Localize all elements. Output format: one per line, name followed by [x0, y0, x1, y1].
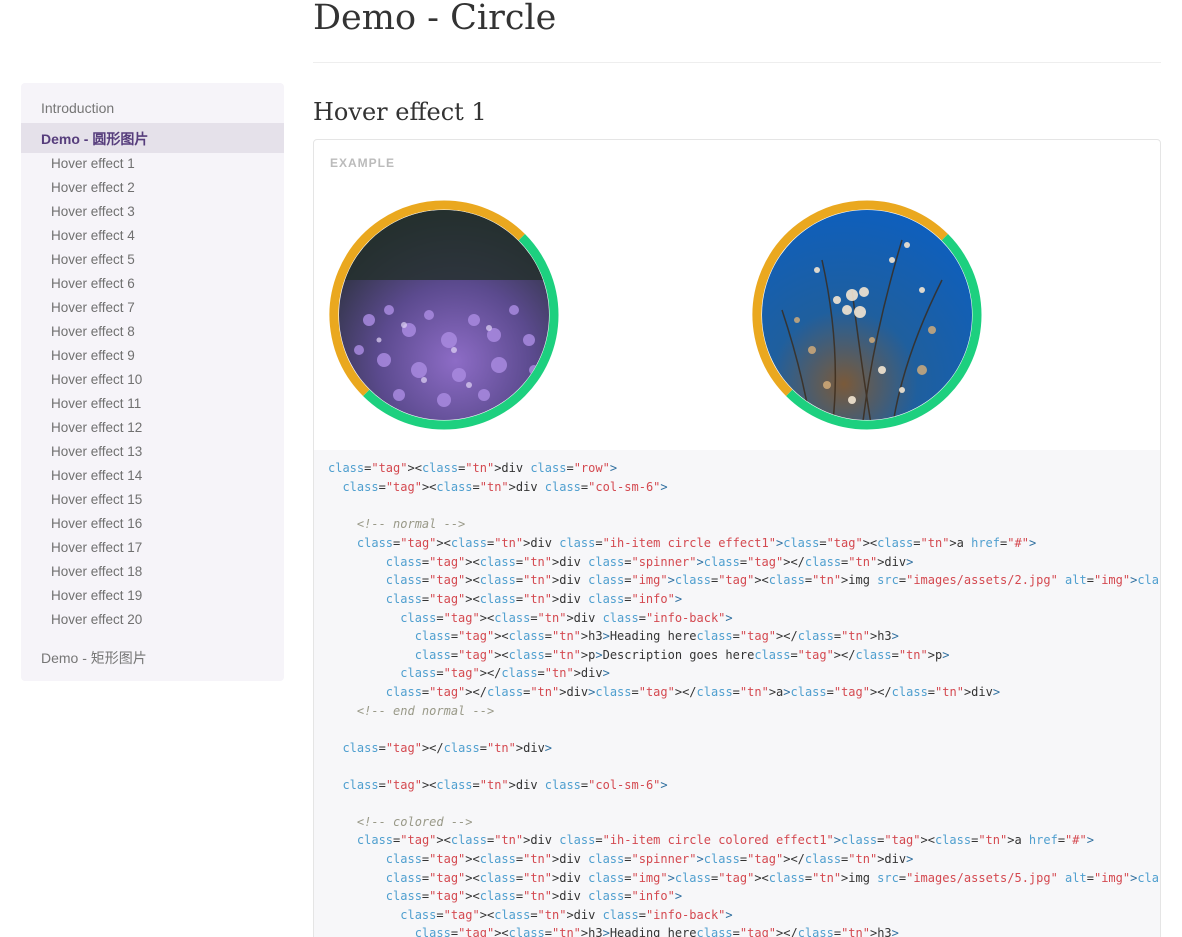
sidebar-item-hover-effect-17[interactable]: Hover effect 17	[51, 540, 284, 555]
sidebar-item-hover-effect-10[interactable]: Hover effect 10	[51, 372, 284, 387]
sidebar-item-hover-effect-13[interactable]: Hover effect 13	[51, 444, 284, 459]
example-label: EXAMPLE	[330, 156, 396, 170]
sidebar-item-hover-effect-1[interactable]: Hover effect 1	[51, 156, 284, 171]
sidebar-item-hover-effect-20[interactable]: Hover effect 20	[51, 612, 284, 627]
sidebar-item-hover-effect-14[interactable]: Hover effect 14	[51, 468, 284, 483]
code-line: class="tag"><class="tn">div class="info"…	[385, 592, 683, 606]
sidebar-item-demo-circle[interactable]: Demo - 圆形图片	[41, 129, 148, 149]
sidebar-item-hover-effect-9[interactable]: Hover effect 9	[51, 348, 284, 363]
code-line: class="tag"></class="tn">div>	[342, 741, 553, 755]
flowers-purple-image	[329, 200, 559, 430]
code-line: <!-- normal -->	[328, 517, 466, 531]
sidebar-item-hover-effect-5[interactable]: Hover effect 5	[51, 252, 284, 267]
sidebar-item-hover-effect-18[interactable]: Hover effect 18	[51, 564, 284, 579]
code-line: class="tag"><class="tn">div class="spinn…	[385, 555, 914, 569]
code-line: class="tag"><class="tn">div class="ih-it…	[356, 833, 1094, 847]
code-line: class="tag"><class="tn">div class="info-…	[400, 908, 733, 922]
sidebar-item-hover-effect-15[interactable]: Hover effect 15	[51, 492, 284, 507]
code-line: class="tag"><class="tn">p>Description go…	[414, 648, 950, 662]
sidebar-item-hover-effect-12[interactable]: Hover effect 12	[51, 420, 284, 435]
sidebar-item-hover-effect-11[interactable]: Hover effect 11	[51, 396, 284, 411]
sidebar-item-hover-effect-2[interactable]: Hover effect 2	[51, 180, 284, 195]
code-line: class="tag"><class="tn">h3>Heading herec…	[414, 629, 899, 643]
code-line: class="tag"><class="tn">div class="info"…	[385, 889, 683, 903]
code-line: class="tag"></class="tn">div>class="tag"…	[385, 685, 1001, 699]
code-line: class="tag"><class="tn">div class="col-s…	[342, 480, 668, 494]
code-line: class="tag"><class="tn">div class="img">…	[385, 871, 1160, 885]
code-line: class="tag"></class="tn">div>	[400, 666, 610, 680]
sidebar-item-hover-effect-19[interactable]: Hover effect 19	[51, 588, 284, 603]
sidebar-item-hover-effect-16[interactable]: Hover effect 16	[51, 516, 284, 531]
code-line: class="tag"><class="tn">div class="ih-it…	[356, 536, 1037, 550]
code-line: <!-- colored -->	[328, 815, 473, 829]
code-line: class="tag"><class="tn">div class="row">	[328, 461, 618, 475]
example-box: EXAMPLE	[313, 139, 1161, 451]
header-divider	[313, 62, 1161, 63]
code-line: class="tag"><class="tn">h3>Heading herec…	[414, 926, 899, 937]
code-line: class="tag"><class="tn">div class="spinn…	[385, 852, 914, 866]
sidebar-item-hover-effect-3[interactable]: Hover effect 3	[51, 204, 284, 219]
code-line: class="tag"><class="tn">div class="img">…	[385, 573, 1160, 587]
hover-circle-normal[interactable]	[329, 200, 559, 430]
sidebar-item-hover-effect-8[interactable]: Hover effect 8	[51, 324, 284, 339]
flowers-blue-image	[752, 200, 982, 430]
code-line: class="tag"><class="tn">div class="col-s…	[342, 778, 668, 792]
code-line: class="tag"><class="tn">div class="info-…	[400, 611, 733, 625]
code-line: <!-- end normal -->	[328, 704, 495, 718]
sidebar-item-hover-effect-4[interactable]: Hover effect 4	[51, 228, 284, 243]
page-title: Demo - Circle	[313, 0, 557, 38]
sidebar-item-demo-square[interactable]: Demo - 矩形图片	[41, 648, 284, 668]
sidebar-item-hover-effect-6[interactable]: Hover effect 6	[51, 276, 284, 291]
sidebar-item-hover-effect-7[interactable]: Hover effect 7	[51, 300, 284, 315]
hover-circle-colored[interactable]	[752, 200, 982, 430]
code-block: class="tag"><class="tn">div class="row">…	[313, 450, 1161, 937]
sidebar-nav: Introduction Demo - 圆形图片 Demo - 矩形图片 Hov…	[21, 83, 284, 681]
sidebar-item-introduction[interactable]: Introduction	[41, 100, 284, 116]
section-title: Hover effect 1	[313, 98, 487, 126]
